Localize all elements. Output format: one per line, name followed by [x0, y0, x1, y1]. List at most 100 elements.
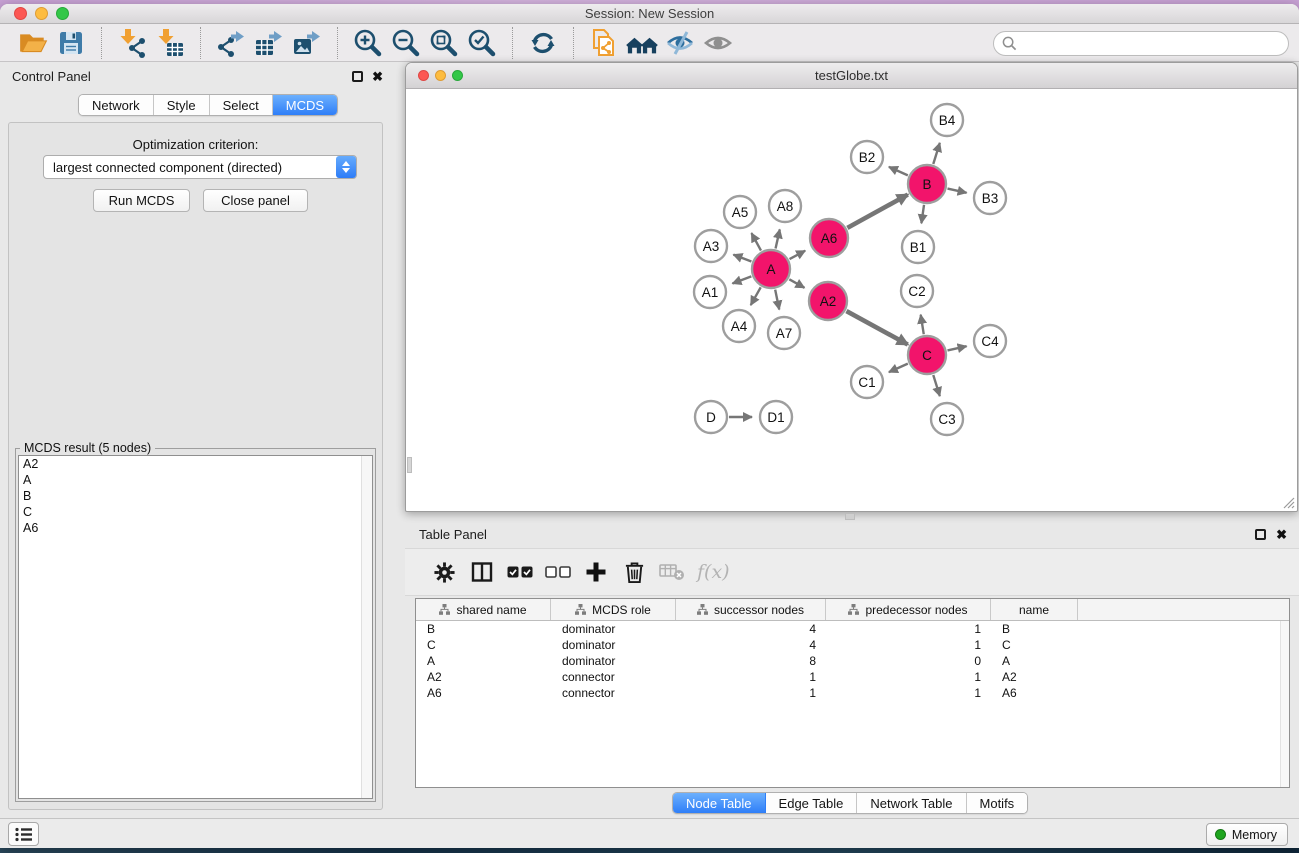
graph-edge[interactable] — [947, 189, 966, 193]
graph-node[interactable]: C4 — [974, 325, 1006, 357]
graph-edge[interactable] — [789, 279, 804, 288]
graph-edge[interactable] — [733, 255, 751, 262]
graph-node[interactable]: B — [908, 165, 946, 203]
import-table-button[interactable] — [154, 27, 186, 59]
list-item[interactable]: A2 — [19, 456, 372, 472]
horizontal-split-handle[interactable] — [845, 513, 855, 520]
split-divider-nub[interactable] — [407, 457, 412, 473]
graph-node[interactable]: B3 — [974, 182, 1006, 214]
network-minimize-button[interactable] — [435, 70, 446, 81]
graph-node[interactable]: A3 — [695, 230, 727, 262]
network-zoom-button[interactable] — [452, 70, 463, 81]
open-session-button[interactable] — [17, 27, 49, 59]
graph-node[interactable]: A1 — [694, 276, 726, 308]
clone-network-button[interactable] — [588, 27, 620, 59]
show-tasks-button[interactable] — [8, 822, 39, 846]
column-header-mcds-role[interactable]: MCDS role — [551, 599, 676, 620]
result-list-scrollbar[interactable] — [361, 456, 372, 798]
list-item[interactable]: B — [19, 488, 372, 504]
delete-column-button[interactable] — [617, 555, 651, 589]
graph-edge[interactable] — [776, 229, 780, 248]
table-row[interactable]: A6connector11A6 — [416, 685, 1289, 701]
minimize-window-button[interactable] — [35, 7, 48, 20]
zoom-in-button[interactable] — [352, 27, 384, 59]
column-header-shared-name[interactable]: shared name — [416, 599, 551, 620]
table-row[interactable]: Cdominator41C — [416, 637, 1289, 653]
graph-edge[interactable] — [847, 195, 907, 228]
graph-node[interactable]: A2 — [809, 282, 847, 320]
graph-edge[interactable] — [947, 346, 966, 350]
add-column-button[interactable] — [579, 555, 613, 589]
list-item[interactable]: A — [19, 472, 372, 488]
mcds-result-list[interactable]: A2ABCA6 — [18, 455, 373, 799]
list-item[interactable]: C — [19, 504, 372, 520]
graph-node[interactable]: A6 — [810, 219, 848, 257]
column-header-predecessor-nodes[interactable]: predecessor nodes — [826, 599, 991, 620]
zoom-selected-button[interactable] — [466, 27, 498, 59]
graph-node[interactable]: D — [695, 401, 727, 433]
graph-edge[interactable] — [790, 251, 806, 259]
zoom-window-button[interactable] — [56, 7, 69, 20]
table-close-button[interactable]: ✖ — [1276, 527, 1287, 543]
table-float-button[interactable] — [1255, 529, 1266, 540]
network-canvas[interactable]: B4B2BB3A8A5A6A3B1AA1C2A2A4A7C4CC1C3DD1 — [407, 89, 1296, 510]
graph-node[interactable]: C3 — [931, 403, 963, 435]
tab-network[interactable]: Network — [79, 95, 154, 115]
search-field[interactable] — [993, 31, 1289, 56]
optimization-criterion-dropdown[interactable]: largest connected component (directed) — [43, 155, 357, 179]
zoom-fit-button[interactable] — [428, 27, 460, 59]
graph-edge[interactable] — [775, 290, 779, 310]
tab-node-table[interactable]: Node Table — [673, 793, 766, 813]
tab-edge-table[interactable]: Edge Table — [766, 793, 858, 813]
zoom-out-button[interactable] — [390, 27, 422, 59]
graph-node[interactable]: B4 — [931, 104, 963, 136]
graph-edge[interactable] — [921, 315, 924, 335]
graph-edge[interactable] — [732, 276, 751, 283]
graph-node[interactable]: A4 — [723, 310, 755, 342]
graph-edge[interactable] — [889, 167, 908, 176]
graph-node[interactable]: C1 — [851, 366, 883, 398]
graph-node[interactable]: A8 — [769, 190, 801, 222]
run-mcds-button[interactable]: Run MCDS — [93, 189, 190, 212]
graph-edge[interactable] — [933, 143, 940, 164]
graph-edge[interactable] — [751, 233, 761, 250]
graph-edge[interactable] — [933, 375, 940, 396]
float-panel-button[interactable] — [352, 71, 363, 82]
search-input[interactable] — [1022, 34, 1288, 54]
export-network-button[interactable] — [215, 27, 247, 59]
graph-node[interactable]: C2 — [901, 275, 933, 307]
network-window-titlebar[interactable]: testGlobe.txt — [406, 63, 1297, 89]
tab-mcds[interactable]: MCDS — [273, 95, 337, 115]
graph-node[interactable]: D1 — [760, 401, 792, 433]
graph-edge[interactable] — [921, 205, 924, 223]
save-session-button[interactable] — [55, 27, 87, 59]
tab-style[interactable]: Style — [154, 95, 210, 115]
graph-edge[interactable] — [751, 287, 761, 305]
list-item[interactable]: A6 — [19, 520, 372, 536]
graph-node[interactable]: A7 — [768, 317, 800, 349]
show-panel-button[interactable] — [702, 27, 734, 59]
refresh-layout-button[interactable] — [527, 27, 559, 59]
table-row[interactable]: A2connector11A2 — [416, 669, 1289, 685]
table-settings-button[interactable] — [427, 555, 461, 589]
tab-motifs[interactable]: Motifs — [967, 793, 1028, 813]
memory-button[interactable]: Memory — [1206, 823, 1288, 846]
deselect-all-button[interactable] — [541, 555, 575, 589]
table-scrollbar[interactable] — [1280, 621, 1289, 787]
column-header-successor-nodes[interactable]: successor nodes — [676, 599, 826, 620]
tab-select[interactable]: Select — [210, 95, 273, 115]
graph-node[interactable]: B2 — [851, 141, 883, 173]
select-all-button[interactable] — [503, 555, 537, 589]
column-header-name[interactable]: name — [991, 599, 1078, 620]
close-panel-button[interactable]: Close panel — [203, 189, 308, 212]
network-close-button[interactable] — [418, 70, 429, 81]
export-table-button[interactable] — [253, 27, 285, 59]
import-network-button[interactable] — [116, 27, 148, 59]
show-columns-button[interactable] — [465, 555, 499, 589]
window-resize-handle[interactable] — [1282, 496, 1295, 509]
close-panel-icon-button[interactable]: ✖ — [372, 69, 383, 85]
graph-node[interactable]: B1 — [902, 231, 934, 263]
export-image-button[interactable] — [291, 27, 323, 59]
graph-edge[interactable] — [889, 364, 908, 373]
home-networks-button[interactable] — [626, 27, 658, 59]
